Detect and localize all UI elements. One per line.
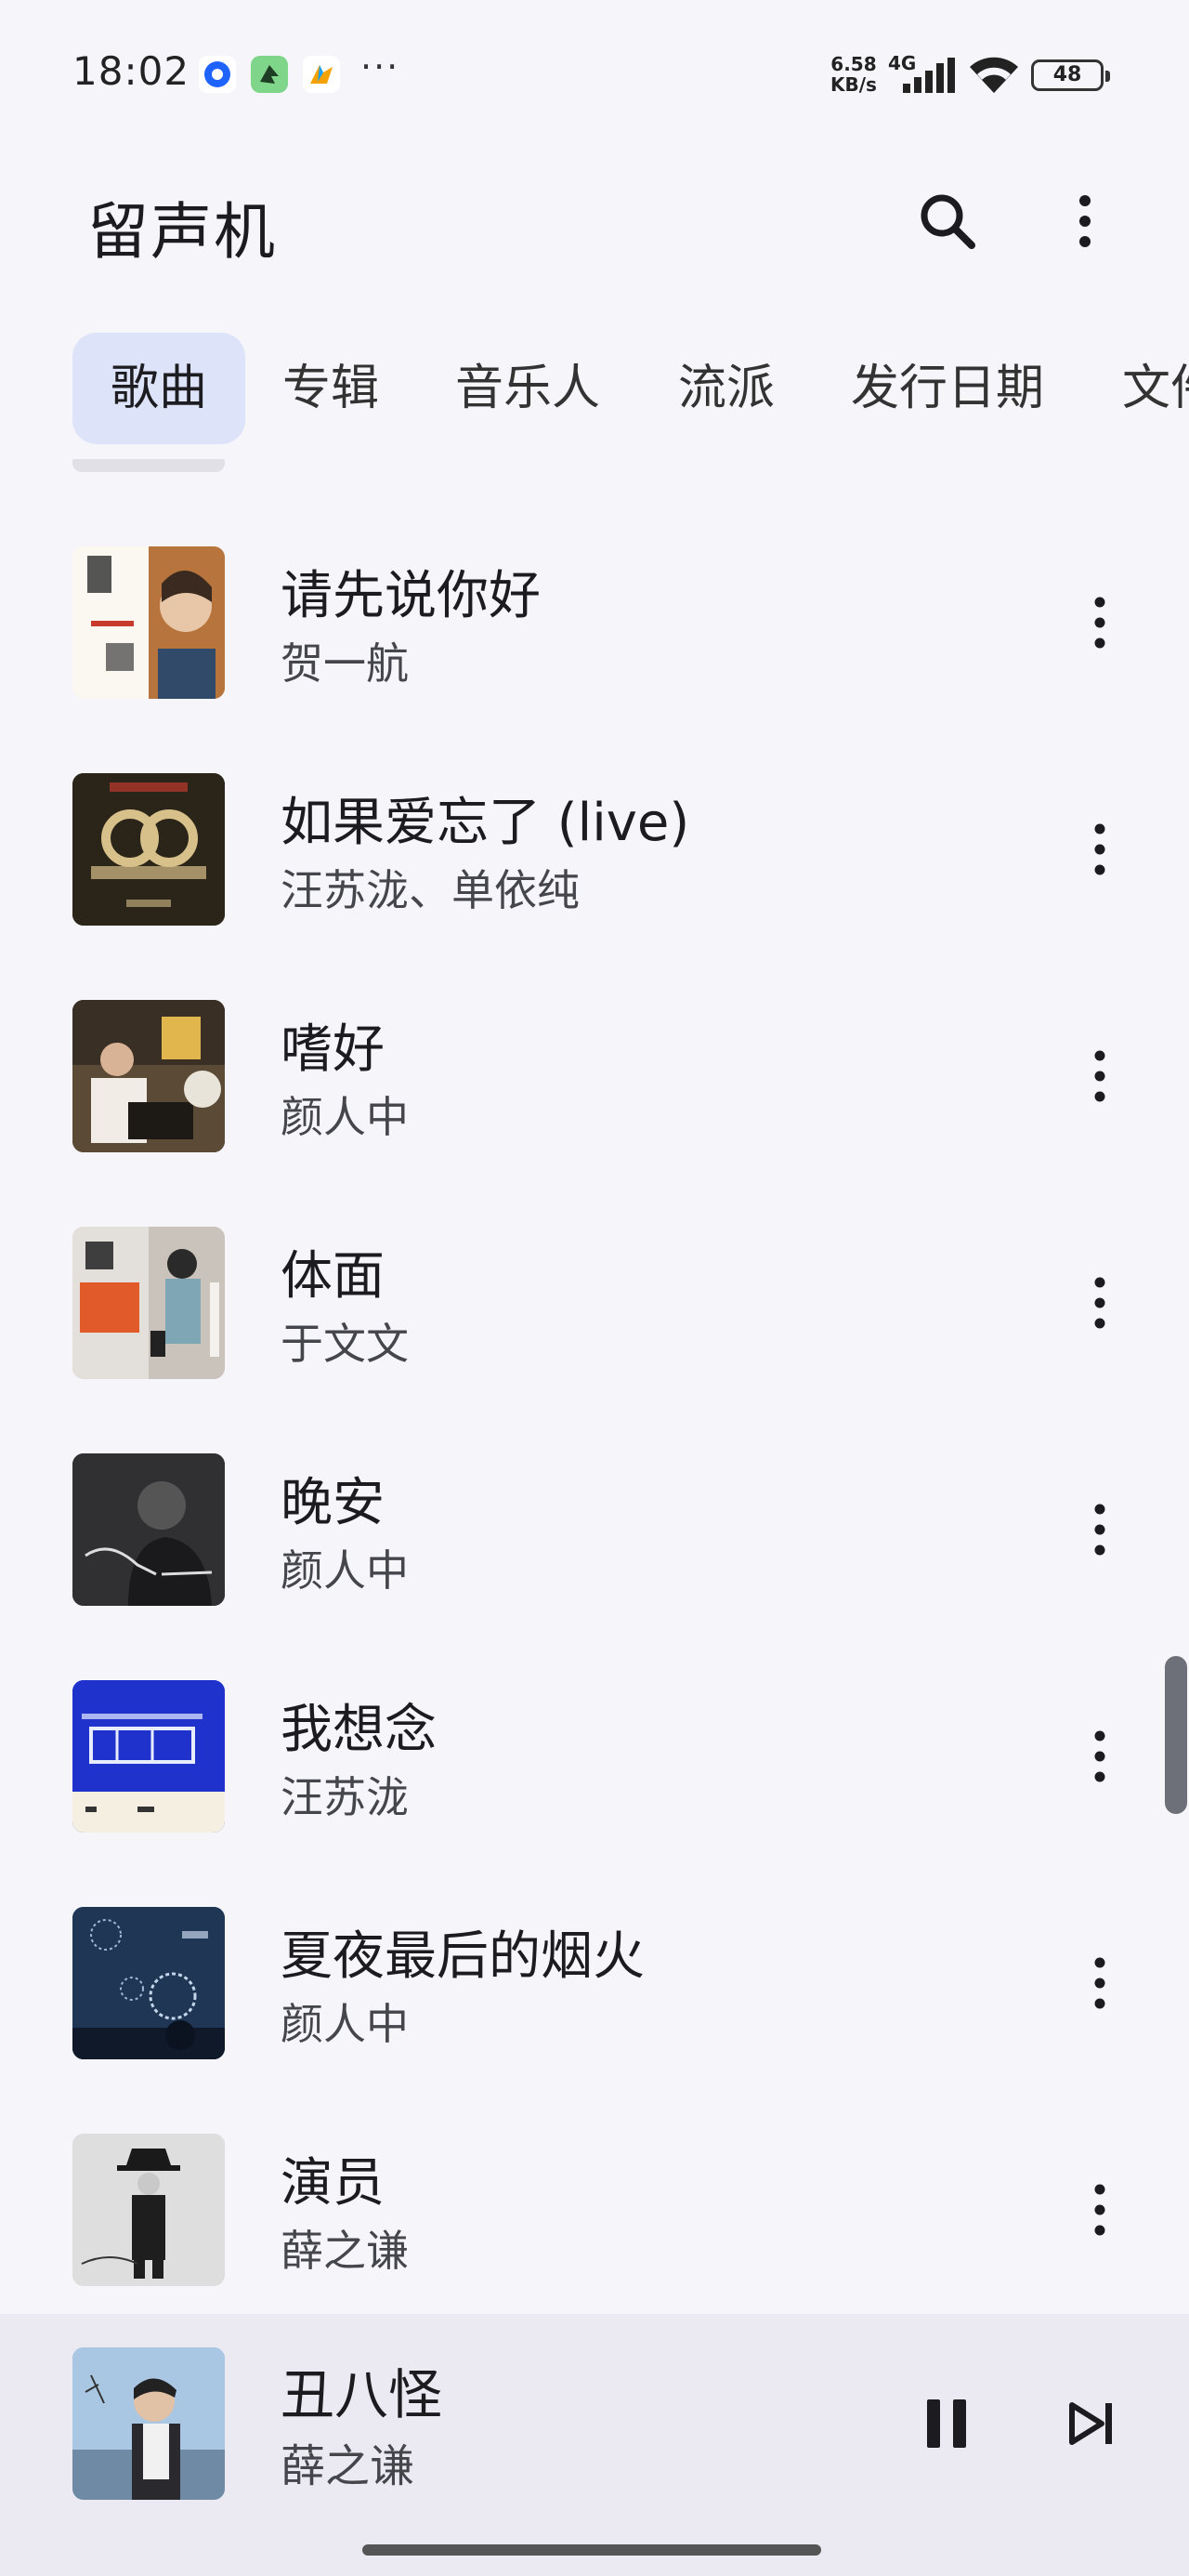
now-playing-cover [72, 2347, 225, 2500]
album-cover [72, 1907, 225, 2059]
overflow-menu-button[interactable] [1048, 184, 1122, 258]
now-playing-title: 丑八怪 [281, 2363, 443, 2426]
pause-icon[interactable] [914, 2385, 979, 2463]
overflow-notifications-icon: ··· [360, 46, 400, 87]
song-artist: 颜人中 [281, 1092, 409, 1142]
scrollbar-thumb[interactable] [1165, 1656, 1187, 1814]
song-row[interactable]: 晚安 颜人中 [0, 1387, 1189, 1613]
tab-artists[interactable]: 音乐人 [455, 333, 600, 444]
song-row[interactable]: 如果爱忘了 (live) 汪苏泷、单依纯 [0, 706, 1189, 933]
tab-folders[interactable]: 文件夹 [1122, 333, 1189, 444]
song-row[interactable]: 体面 于文文 [0, 1160, 1189, 1387]
app-screen: 18:02 ··· 6.58 KB/s 4G 48 留声机 歌曲 专辑 音乐人 … [0, 0, 1189, 2576]
previous-cover-edge [72, 459, 225, 472]
song-artist: 汪苏泷、单依纯 [281, 865, 580, 915]
song-title: 请先说你好 [281, 566, 541, 626]
song-artist: 于文文 [281, 1319, 409, 1369]
tab-albums[interactable]: 专辑 [282, 333, 379, 444]
status-time: 18:02 [72, 48, 190, 94]
song-title: 晚安 [281, 1473, 385, 1533]
tab-release-date[interactable]: 发行日期 [851, 333, 1044, 444]
battery-indicator: 48 [1031, 59, 1110, 91]
skip-next-icon[interactable] [1063, 2390, 1122, 2457]
song-row[interactable]: 夏夜最后的烟火 颜人中 [0, 1840, 1189, 2067]
song-title: 演员 [281, 2153, 385, 2214]
search-icon [921, 194, 975, 249]
notification-app-icon [199, 56, 236, 93]
more-vert-icon[interactable] [1070, 2171, 1130, 2249]
now-playing-artist: 薛之谦 [281, 2440, 415, 2492]
now-playing-bar[interactable]: 丑八怪 薛之谦 [0, 2314, 1189, 2576]
album-cover [72, 2134, 225, 2286]
song-artist: 贺一航 [281, 638, 409, 689]
song-row[interactable]: 演员 薛之谦 [0, 2067, 1189, 2293]
more-vert-icon[interactable] [1070, 1491, 1130, 1569]
app-title: 留声机 [87, 196, 277, 268]
song-title: 如果爱忘了 (live) [281, 793, 690, 853]
home-indicator[interactable] [362, 2544, 821, 2556]
status-bar: 18:02 ··· 6.58 KB/s 4G 48 [0, 0, 1189, 139]
more-vert-icon[interactable] [1070, 584, 1130, 662]
song-row[interactable]: 请先说你好 贺一航 [0, 480, 1189, 706]
album-cover [72, 546, 225, 699]
search-button[interactable] [910, 184, 985, 258]
song-title: 我想念 [281, 1700, 437, 1760]
song-artist: 颜人中 [281, 1999, 409, 2049]
song-artist: 颜人中 [281, 1545, 409, 1596]
album-cover [72, 1680, 225, 1833]
song-artist: 薛之谦 [281, 2226, 409, 2276]
album-cover [72, 1227, 225, 1379]
more-vert-icon[interactable] [1070, 1717, 1130, 1795]
signal-icon [903, 58, 955, 93]
notification-app-icon [303, 56, 340, 93]
more-vert-icon[interactable] [1070, 1037, 1130, 1115]
more-vert-icon [1079, 195, 1091, 247]
song-artist: 汪苏泷 [281, 1772, 409, 1822]
song-row[interactable]: 我想念 汪苏泷 [0, 1613, 1189, 1840]
category-tabs: 歌曲 专辑 音乐人 流派 发行日期 文件夹 [72, 333, 1189, 444]
more-vert-icon[interactable] [1070, 810, 1130, 888]
song-title: 体面 [281, 1246, 385, 1307]
album-cover [72, 1453, 225, 1606]
song-title: 嗜好 [281, 1019, 385, 1080]
song-title: 夏夜最后的烟火 [281, 1926, 645, 1987]
tab-songs[interactable]: 歌曲 [72, 333, 245, 444]
more-vert-icon[interactable] [1070, 1944, 1130, 2022]
network-speed: 6.58 KB/s [830, 53, 877, 96]
album-cover [72, 1000, 225, 1152]
wifi-icon [970, 57, 1018, 93]
more-vert-icon[interactable] [1070, 1264, 1130, 1342]
album-cover [72, 773, 225, 926]
tab-genres[interactable]: 流派 [678, 333, 775, 444]
song-row[interactable]: 嗜好 颜人中 [0, 933, 1189, 1160]
notification-app-icon [251, 56, 288, 93]
